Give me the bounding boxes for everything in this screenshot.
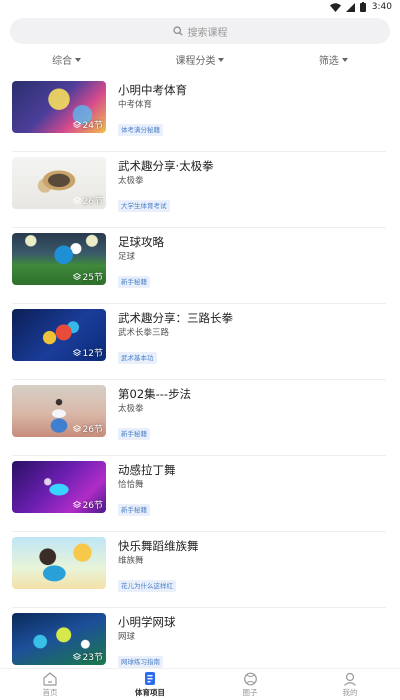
nav-home-label: 首页 (42, 687, 58, 697)
course-thumbnail: 26节 (12, 385, 106, 437)
search-input[interactable]: 搜索课程 (10, 18, 390, 44)
course-item[interactable]: 25节 足球攻略 足球 新手秘籍 (0, 228, 400, 304)
layers-icon (72, 196, 81, 204)
chevron-down-icon (218, 57, 225, 62)
layers-icon (72, 500, 81, 508)
signal-icon (345, 2, 355, 12)
course-subtitle: 中考体育 (118, 100, 153, 110)
course-tag: 新手秘籍 (118, 428, 150, 440)
course-item[interactable]: 23节 小明学网球 网球 网球练习指南 (0, 608, 400, 668)
course-item[interactable]: 24节 小明中考体育 中考体育 体考满分秘籍 (0, 76, 400, 152)
search-placeholder: 搜索课程 (187, 27, 228, 39)
status-bar: 3:40 (0, 0, 400, 14)
course-title: 动感拉丁舞 (118, 463, 176, 477)
course-title: 武术趣分享·太极拳 (118, 159, 214, 173)
nav-circle-label: 圈子 (242, 687, 258, 697)
course-subtitle: 足球 (118, 252, 136, 262)
layers-icon (72, 348, 81, 356)
course-item[interactable]: 快乐舞蹈维族舞 维族舞 花儿为什么这样红 (0, 532, 400, 608)
course-subtitle: 网球 (118, 632, 136, 642)
search-icon (172, 26, 183, 36)
course-thumbnail: 25节 (12, 233, 106, 285)
lesson-count: 26节 (72, 422, 103, 435)
course-thumbnail: 26节 (12, 157, 106, 209)
course-tag: 武术基本功 (118, 352, 157, 364)
nav-circle[interactable]: 圈子 (200, 669, 300, 700)
chevron-down-icon (341, 57, 348, 62)
course-item[interactable]: 26节 第02集---步法 太极拳 新手秘籍 (0, 380, 400, 456)
chevron-down-icon (75, 57, 82, 62)
nav-home[interactable]: 首页 (0, 669, 100, 700)
course-subtitle: 太极拳 (118, 176, 144, 186)
home-icon (43, 671, 57, 686)
filter-category[interactable]: 课程分类 (133, 52, 266, 67)
lesson-count: 26节 (72, 498, 103, 511)
lesson-count: 12节 (72, 346, 103, 359)
nav-sports[interactable]: 体育项目 (100, 669, 200, 700)
course-title: 第02集---步法 (118, 387, 192, 401)
course-tag: 体考满分秘籍 (118, 124, 163, 136)
layers-icon (72, 652, 81, 660)
course-item[interactable]: 26节 动感拉丁舞 恰恰舞 新手秘籍 (0, 456, 400, 532)
course-subtitle: 维族舞 (118, 556, 144, 566)
layers-icon (72, 120, 81, 128)
nav-profile[interactable]: 我的 (300, 669, 400, 700)
course-title: 足球攻略 (118, 235, 164, 249)
course-title: 小明中考体育 (118, 83, 187, 97)
layers-icon (72, 272, 81, 280)
course-thumbnail (12, 537, 106, 589)
course-tag: 网球练习指南 (118, 656, 163, 668)
course-subtitle: 太极拳 (118, 404, 144, 414)
wifi-icon (329, 2, 341, 12)
course-title: 小明学网球 (118, 615, 176, 629)
nav-profile-label: 我的 (342, 687, 358, 697)
course-item[interactable]: 26节 武术趣分享·太极拳 太极拳 大学生体育考试 (0, 152, 400, 228)
course-tag: 新手秘籍 (118, 504, 150, 516)
lesson-count: 26节 (72, 194, 103, 207)
sports-icon (145, 672, 155, 685)
course-title: 快乐舞蹈维族舞 (118, 539, 199, 553)
lesson-count: 23节 (72, 650, 103, 663)
lesson-count: 24节 (72, 118, 103, 131)
course-thumbnail: 12节 (12, 309, 106, 361)
course-tag: 新手秘籍 (118, 276, 150, 288)
lesson-count: 25节 (72, 270, 103, 283)
nav-sports-label: 体育项目 (135, 688, 165, 697)
bottom-nav: 首页 体育项目 圈子 我的 (0, 668, 400, 700)
course-list: 24节 小明中考体育 中考体育 体考满分秘籍 26节 武术趣分享·太极拳 太极拳… (0, 76, 400, 668)
app-screen: 3:40 搜索课程 综合 课程分类 筛选 24节 小明中考体育 中考体育 体考满… (0, 0, 400, 700)
filter-category-label: 课程分类 (175, 55, 216, 67)
course-thumbnail: 24节 (12, 81, 106, 133)
profile-icon (344, 672, 356, 686)
circle-icon (243, 672, 257, 685)
battery-icon (359, 2, 366, 12)
course-thumbnail: 23节 (12, 613, 106, 665)
layers-icon (72, 424, 81, 432)
course-title: 武术趣分享：三路长拳 (118, 311, 233, 325)
filter-screen-label: 筛选 (318, 55, 339, 67)
filter-sort-label: 综合 (52, 55, 73, 67)
course-tag: 花儿为什么这样红 (118, 580, 176, 592)
status-time: 3:40 (371, 2, 392, 12)
filter-screen[interactable]: 筛选 (267, 52, 400, 67)
filter-sort[interactable]: 综合 (0, 52, 133, 67)
course-thumbnail: 26节 (12, 461, 106, 513)
course-subtitle: 恰恰舞 (118, 480, 144, 490)
filter-bar: 综合 课程分类 筛选 (0, 44, 400, 74)
course-tag: 大学生体育考试 (118, 200, 170, 212)
course-subtitle: 武术长拳三路 (118, 328, 170, 338)
course-item[interactable]: 12节 武术趣分享：三路长拳 武术长拳三路 武术基本功 (0, 304, 400, 380)
